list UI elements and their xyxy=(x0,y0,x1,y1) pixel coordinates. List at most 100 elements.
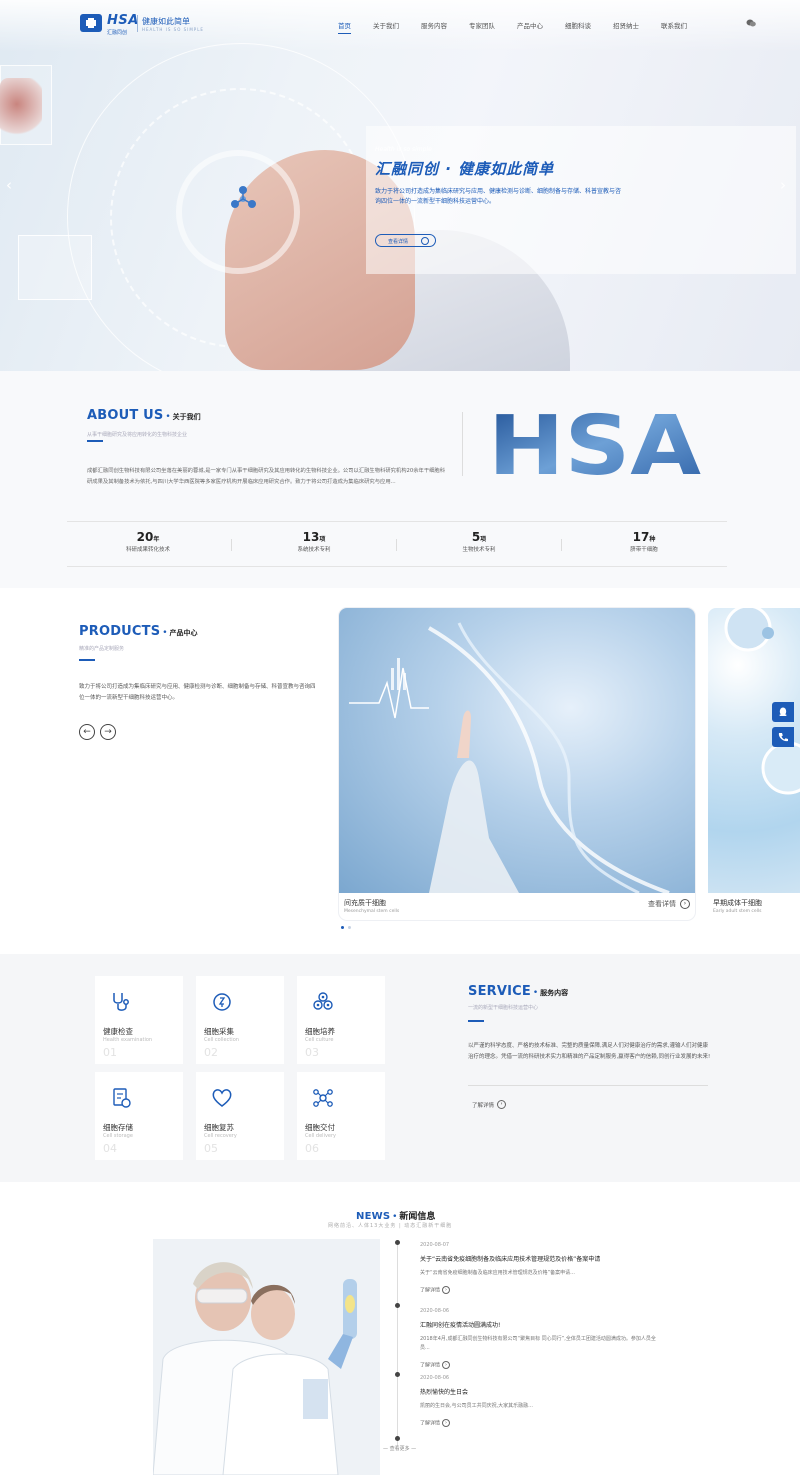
stat-label: 系统技术专利 xyxy=(297,547,331,553)
hero-next-arrow[interactable]: › xyxy=(778,178,788,193)
about-title-en: ABOUT US xyxy=(87,408,164,423)
stats-divider-bottom xyxy=(67,566,727,567)
service-name-en: Health examination xyxy=(103,1037,153,1043)
news-date: 2020-08-07 xyxy=(420,1242,450,1248)
news-timeline xyxy=(397,1240,398,1447)
news-headline[interactable]: 关于“云南省免疫细胞制备及临床应用技术管理规范及价格”备案申请 xyxy=(420,1254,660,1263)
about-subtitle: 从事干细胞研究及将应用转化的生物科技企业 xyxy=(87,432,188,438)
news-lab-image xyxy=(153,1239,380,1475)
molecule-icon xyxy=(231,186,256,208)
heart-icon xyxy=(212,1089,232,1107)
hsa-big-logo: HSA xyxy=(488,408,702,480)
news-more-link[interactable]: 了解详情 › xyxy=(420,1361,660,1369)
sidebar-phone-button[interactable] xyxy=(772,727,794,747)
service-card-cell-recovery[interactable]: 细胞复苏 Cell recovery 05 xyxy=(196,1072,284,1160)
arrow-right-icon[interactable]: › xyxy=(680,899,690,909)
stat-item: 5项 生物技术专利 xyxy=(399,530,559,553)
phone-icon xyxy=(778,733,788,742)
nav-item-careers[interactable]: 招贤纳士 xyxy=(613,20,639,30)
timeline-node xyxy=(395,1436,400,1441)
news-headline[interactable]: 热烈愉快的生日会 xyxy=(420,1387,660,1396)
products-next-button[interactable]: → xyxy=(100,724,116,740)
carousel-dot[interactable] xyxy=(348,926,351,929)
service-card-cell-collection[interactable]: 细胞采集 Cell collection 02 xyxy=(196,976,284,1064)
logo-slogan: 健康如此简单 xyxy=(142,17,190,26)
news-item[interactable]: 2020-08-06 热烈愉快的生日会 凯丽的生日会,与公司员工共同庆祝,大家其… xyxy=(420,1375,660,1427)
nav-item-experts[interactable]: 专家团队 xyxy=(469,20,495,30)
stat-unit: 年 xyxy=(153,536,160,543)
nav-item-cell-talk[interactable]: 细胞科谈 xyxy=(565,20,591,30)
service-title-dot: • xyxy=(532,988,539,998)
service-card-cell-culture[interactable]: 细胞培养 Cell culture 03 xyxy=(297,976,385,1064)
news-item[interactable]: 2020-08-07 关于“云南省免疫细胞制备及临床应用技术管理规范及价格”备案… xyxy=(420,1242,660,1294)
logo-text[interactable]: HSA xyxy=(107,13,139,28)
products-prev-button[interactable]: ← xyxy=(79,724,95,740)
arrow-right-icon[interactable]: › xyxy=(442,1361,451,1369)
products-title-underline xyxy=(79,659,95,661)
product-name: 间充质干细胞 xyxy=(344,899,386,907)
nav-item-contact[interactable]: 联系我们 xyxy=(661,20,687,30)
service-title-en: SERVICE xyxy=(468,984,531,999)
arrow-right-icon[interactable]: › xyxy=(442,1286,451,1294)
cells-illustration xyxy=(724,608,800,795)
service-number: 02 xyxy=(204,1046,218,1059)
hero-description: 致力于将公司打造成为集临床研究与应用、健康检测与诊断、细胞制备与存储、科普宣教与… xyxy=(375,188,622,205)
stat-number: 17 xyxy=(632,530,650,544)
arrow-right-icon[interactable]: › xyxy=(442,1419,451,1427)
news-headline[interactable]: 汇融同创在疫情活动圆满成功! xyxy=(420,1320,660,1329)
product-view-details-link[interactable]: 查看详情 xyxy=(648,899,676,909)
service-card-health-exam[interactable]: 健康检查 Health examination 01 xyxy=(95,976,183,1064)
stat-number: 5 xyxy=(471,530,481,544)
service-number: 05 xyxy=(204,1142,218,1155)
service-name-en: Cell storage xyxy=(103,1133,133,1139)
delivery-icon xyxy=(313,1089,333,1107)
about-heading: ABOUT US • 关于我们 xyxy=(87,408,201,423)
about-text: 成都汇融同创生物科技有限公司坐落在美丽的蓉城,是一家专门从事干细胞研究及其应用转… xyxy=(87,468,446,485)
product-card[interactable]: 间充质干细胞 Mesenchymal stem cells 查看详情 › xyxy=(339,608,695,920)
service-card-cell-storage[interactable]: 细胞存储 Cell storage 04 xyxy=(95,1072,183,1160)
product-card[interactable]: 早期成体干细胞 Early adult stem cells xyxy=(708,608,800,920)
news-more-label[interactable]: 了解详情 xyxy=(420,1421,440,1427)
hero-title: 汇融同创 · 健康如此简单 xyxy=(375,160,555,178)
service-divider xyxy=(468,1085,708,1086)
news-item[interactable]: 2020-08-06 汇融同创在疫情活动圆满成功! 2018年4月,成都汇融同创… xyxy=(420,1308,660,1369)
news-more-label[interactable]: 了解详情 xyxy=(420,1363,440,1369)
service-subtitle: 一流的新型干细胞科技运营中心 xyxy=(468,1005,539,1011)
hero-view-details-button[interactable]: 查看详情 xyxy=(375,234,436,247)
service-name: 健康检查 xyxy=(103,1027,133,1036)
service-more-link[interactable]: 了解详情 xyxy=(472,1101,494,1109)
products-subtitle: 精准的产品定制服务 xyxy=(79,646,125,652)
stats-divider-top xyxy=(67,521,727,522)
news-title-cn: 新闻信息 xyxy=(399,1212,436,1222)
sidebar-qq-button[interactable] xyxy=(772,702,794,722)
storage-icon xyxy=(113,1088,131,1108)
news-more-link[interactable]: 了解详情 › xyxy=(420,1286,660,1294)
news-load-more-button[interactable]: — 查看更多 — xyxy=(383,1445,416,1452)
timeline-node xyxy=(395,1303,400,1308)
service-number: 06 xyxy=(305,1142,319,1155)
stethoscope-icon xyxy=(113,993,129,1011)
service-card-cell-delivery[interactable]: 细胞交付 Cell delivery 06 xyxy=(297,1072,385,1160)
news-heading: NEWS • 新闻信息 xyxy=(356,1209,435,1222)
nav-item-home[interactable]: 首页 xyxy=(338,20,351,34)
carousel-dot-active[interactable] xyxy=(341,926,344,929)
service-number: 01 xyxy=(103,1046,117,1059)
qq-icon xyxy=(779,707,787,716)
culture-icon xyxy=(313,992,333,1010)
news-more-link[interactable]: 了解详情 › xyxy=(420,1419,660,1427)
hero-tagline: Health is so simple xyxy=(375,146,432,153)
about-title-underline xyxy=(87,440,103,442)
hero-button-label: 查看详情 xyxy=(388,239,409,245)
arrow-right-icon[interactable]: › xyxy=(497,1100,506,1109)
logo-divider xyxy=(137,15,138,32)
nav-item-products[interactable]: 产品中心 xyxy=(517,20,543,30)
service-name: 细胞培养 xyxy=(305,1027,335,1036)
wechat-icon[interactable] xyxy=(746,19,756,27)
logo-cross-icon[interactable] xyxy=(80,14,102,32)
stat-label: 生物技术专利 xyxy=(462,547,496,553)
nav-item-about[interactable]: 关于我们 xyxy=(373,20,399,30)
hero-prev-arrow[interactable]: ‹ xyxy=(4,178,14,193)
news-more-label[interactable]: 了解详情 xyxy=(420,1288,440,1294)
products-heading: PRODUCTS • 产品中心 xyxy=(79,624,197,639)
nav-item-services[interactable]: 服务内容 xyxy=(421,20,447,30)
